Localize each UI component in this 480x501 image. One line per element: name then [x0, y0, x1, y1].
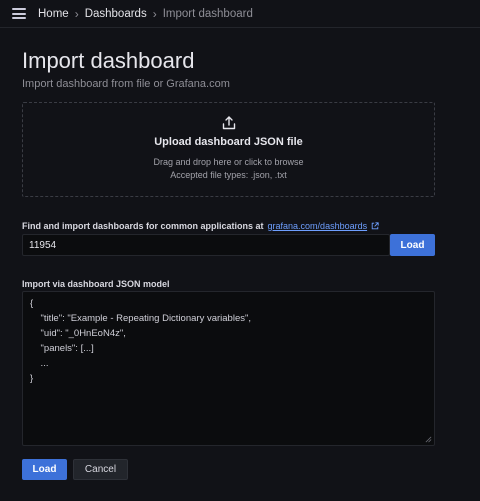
- breadcrumb-separator-icon: ›: [152, 6, 157, 21]
- find-dashboards-label: Find and import dashboards for common ap…: [22, 221, 379, 231]
- upload-file-types: Accepted file types: .json, .txt: [170, 170, 287, 180]
- breadcrumb-separator-icon: ›: [74, 6, 79, 21]
- grafana-dashboards-link[interactable]: grafana.com/dashboards: [268, 221, 368, 231]
- page-subtitle: Import dashboard from file or Grafana.co…: [22, 78, 230, 90]
- external-link-icon[interactable]: [371, 222, 379, 230]
- top-nav-bar: Home › Dashboards › Import dashboard: [0, 0, 480, 28]
- json-line: {: [30, 298, 34, 309]
- hamburger-menu-icon[interactable]: [12, 8, 26, 19]
- resize-handle-icon[interactable]: [425, 436, 432, 443]
- find-dashboards-text: Find and import dashboards for common ap…: [22, 221, 264, 231]
- json-line: "uid": "_0HnEoN4z",: [30, 328, 126, 339]
- json-line: ...: [30, 358, 49, 369]
- breadcrumb-current: Import dashboard: [162, 7, 253, 20]
- load-button[interactable]: Load: [22, 459, 67, 480]
- cancel-button[interactable]: Cancel: [73, 459, 128, 480]
- breadcrumb-dashboards[interactable]: Dashboards: [85, 8, 147, 20]
- json-line: }: [30, 373, 34, 384]
- json-line: "panels": [...]: [30, 343, 94, 354]
- upload-title: Upload dashboard JSON file: [154, 136, 303, 148]
- page-title: Import dashboard: [22, 48, 195, 73]
- load-id-button[interactable]: Load: [390, 234, 435, 256]
- upload-dropzone[interactable]: Upload dashboard JSON file Drag and drop…: [22, 102, 435, 197]
- json-model-label: Import via dashboard JSON model: [22, 279, 170, 289]
- upload-hint: Drag and drop here or click to browse: [153, 157, 304, 167]
- json-line: "title": "Example - Repeating Dictionary…: [30, 313, 251, 324]
- upload-icon: [222, 116, 235, 130]
- dashboard-id-input[interactable]: [22, 234, 390, 256]
- json-model-textarea[interactable]: { "title": "Example - Repeating Dictiona…: [22, 291, 435, 446]
- breadcrumb-home[interactable]: Home: [38, 8, 69, 20]
